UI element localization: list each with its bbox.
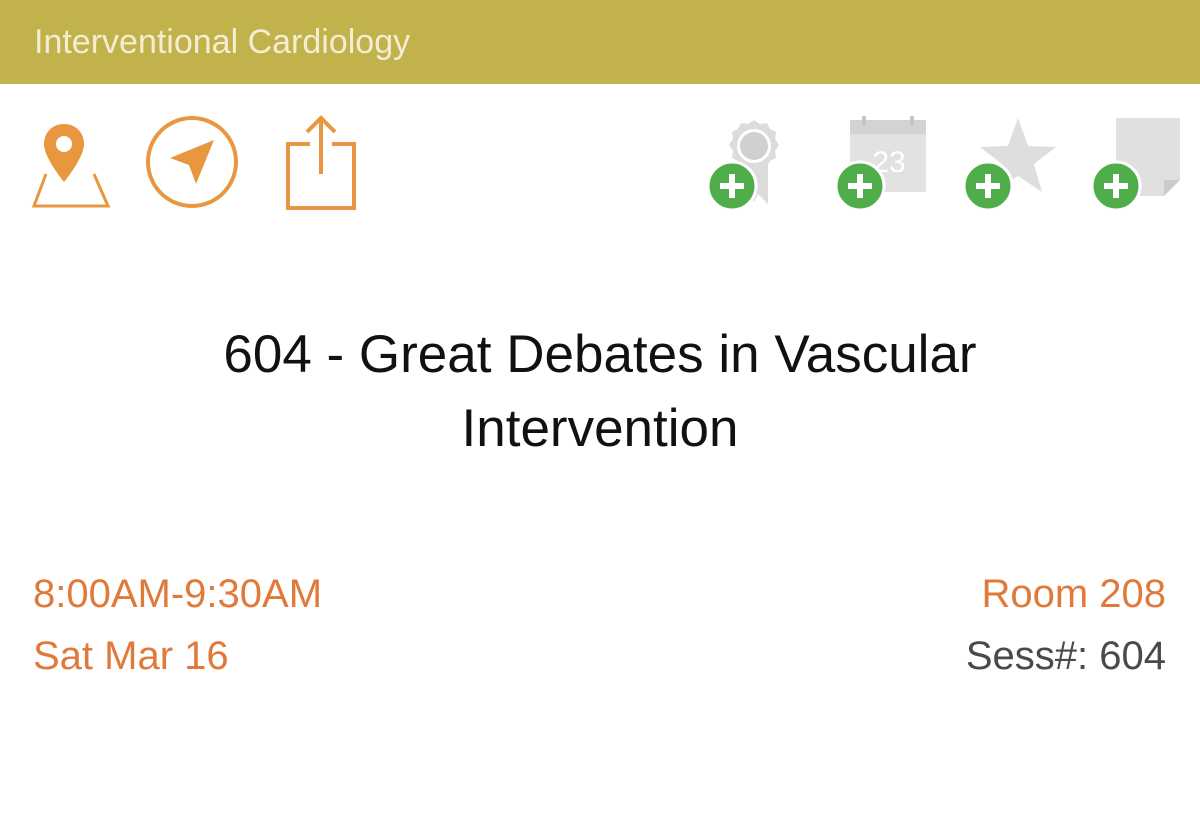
- track-header-bar: Interventional Cardiology: [0, 0, 1200, 84]
- session-title: 604 - Great Debates in Vascular Interven…: [223, 325, 977, 458]
- share-icon: [284, 114, 358, 212]
- navigate-button[interactable]: [144, 116, 240, 212]
- add-note-button[interactable]: [1088, 114, 1188, 214]
- session-location-info: Room 208 Sess#: 604: [966, 563, 1166, 687]
- session-time-info: 8:00AM-9:30AM Sat Mar 16: [33, 563, 322, 687]
- session-time: 8:00AM-9:30AM: [33, 572, 323, 616]
- share-button[interactable]: [284, 114, 358, 212]
- session-number: Sess#: 604: [965, 634, 1166, 678]
- navigate-icon: [144, 116, 240, 212]
- add-favorite-button[interactable]: [960, 114, 1060, 214]
- map-icon: [16, 116, 112, 212]
- plus-badge-icon: [834, 160, 886, 212]
- map-button[interactable]: [16, 116, 112, 212]
- session-room[interactable]: Room 208: [966, 563, 1166, 625]
- plus-badge-icon: [1090, 160, 1142, 212]
- session-date: Sat Mar 16: [33, 634, 229, 678]
- add-award-button[interactable]: [704, 114, 804, 214]
- track-title: Interventional Cardiology: [34, 23, 411, 61]
- plus-badge-icon: [706, 160, 758, 212]
- plus-badge-icon: [962, 160, 1014, 212]
- add-calendar-button[interactable]: 23: [832, 114, 932, 214]
